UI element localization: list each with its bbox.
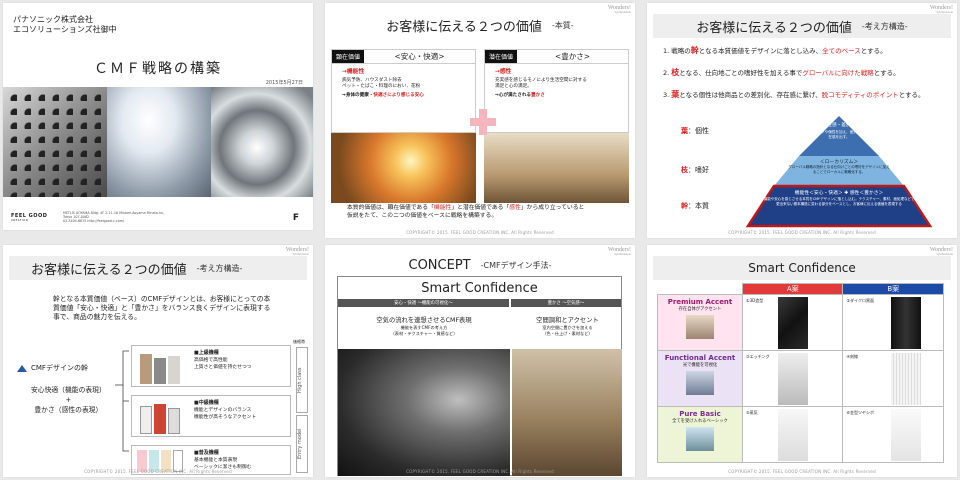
premium-photo bbox=[686, 315, 714, 339]
level-label-leaf: 葉：個性 bbox=[681, 127, 709, 135]
col-a-header: A案 bbox=[741, 283, 844, 295]
functional-photo bbox=[686, 371, 714, 395]
level-label-trunk: 幹：本質 bbox=[681, 202, 709, 210]
cell-a-functional: ③エッチング bbox=[741, 350, 844, 407]
watermark: Wonders! Synthesisnote bbox=[929, 247, 953, 256]
watermark: Wonders! Synthesisnote bbox=[929, 5, 953, 14]
tier-mid-products bbox=[134, 398, 186, 434]
tier-mid: ■中級機種 機能とデザインのバランス 機能性が高そうなアクセント bbox=[131, 395, 291, 437]
branch-title: ＜ローカリズム＞ bbox=[819, 160, 859, 165]
cell-b-pure-basic: ⑥金型ツヤシボ bbox=[842, 406, 944, 463]
slide-smart-confidence[interactable]: Wonders! Synthesisnote Smart Confidence A… bbox=[647, 245, 957, 477]
slide-heading: お客様に伝える２つの価値 -考え方構造- bbox=[653, 14, 951, 38]
slide-body-text: 幹となる本質価値（ベース）のCMFデザインとは、お客様にとっての本質価値「安心・… bbox=[53, 295, 271, 321]
level-label-branch: 枝：嗜好 bbox=[681, 166, 709, 174]
copyright: COPYRIGHT© 2015. FEEL GOOD CREATION INC.… bbox=[728, 230, 876, 235]
concept-left-text: 空気の流れを連想させるCMF表現 機能を表すCMFの考え方 （表材・テクスチャー・… bbox=[376, 317, 472, 336]
row-premium: Premium Accent 存在自体がアクセント bbox=[657, 294, 743, 351]
slide-concept[interactable]: Wonders! Synthesisnote CONCEPT -CMFデザイン手法-… bbox=[325, 245, 635, 477]
latent-value-panel: 潜在価値 <豊かさ> →感性 充実感を感じるモノにより生活空間に対する 満足と心の… bbox=[484, 49, 629, 133]
deck-title: ＣＭＦ戦略の構築 bbox=[94, 61, 222, 77]
row-pure-basic: Pure Basic 全てを受け入れるベーシック bbox=[657, 406, 743, 463]
concept-panel: Smart Confidence 安心・快適 ～機能の可視化～ 豊かさ ～空気感… bbox=[337, 276, 622, 476]
price-axis-label: 価格帯 bbox=[293, 339, 305, 344]
copyright: COPYRIGHT© 2015. FEEL GOOD CREATION INC.… bbox=[406, 469, 554, 474]
trunk-desc: 高い機能や安心を感じさせる本質をCMFデザインに落とし込む。テクスチャー、素材、… bbox=[756, 197, 922, 206]
proposal-table: A案 B案 Premium Accent 存在自体がアクセント ①3D造型 ②ダ… bbox=[657, 283, 944, 463]
triangle-icon bbox=[17, 364, 27, 372]
row-functional: Functional Accent 光で機能を可視化 bbox=[657, 350, 743, 407]
tier-high: ■上級機種 高価格で高性能 上質さと価値を持たせつつ bbox=[131, 345, 291, 387]
cell-a-pure-basic: ⑤蒸気 bbox=[741, 406, 844, 463]
division-name: エコソリューションズ社御中 bbox=[13, 25, 117, 34]
airflow-product-photo bbox=[338, 349, 510, 476]
point-2: 2. 枝となる、仕向地ごとの嗜好性を加える事でグローバルに向けた戦略とする。 bbox=[663, 68, 900, 78]
leaf-desc: トレンドや個性を加え、差別化、存在感を出す。 bbox=[810, 130, 868, 139]
point-1: 1. 戦略の幹となる本質価値をデザインに落とし込み、全てのベースとする。 bbox=[663, 46, 887, 56]
slide-heading: CONCEPT -CMFデザイン手法- bbox=[408, 257, 552, 273]
slide-heading: Smart Confidence bbox=[653, 256, 951, 280]
pure-basic-photo bbox=[686, 427, 714, 451]
interior-photo bbox=[512, 349, 622, 476]
concept-title: Smart Confidence bbox=[338, 277, 621, 299]
texture-photo-2 bbox=[107, 87, 211, 197]
copyright: COPYRIGHT© 2015. FEEL GOOD CREATION INC.… bbox=[84, 469, 232, 474]
company-name: パナソニック株式会社 bbox=[13, 15, 93, 24]
formula: 安心快適（機能の表現） + 豊かさ（感性の表現） bbox=[31, 386, 106, 414]
texture-photo-1 bbox=[3, 87, 107, 197]
slide-heading: お客様に伝える２つの価値 -本質- bbox=[386, 19, 574, 35]
sunset-woman-photo bbox=[331, 133, 476, 203]
copyright: COPYRIGHT© 2015. FEEL GOOD CREATION INC.… bbox=[728, 469, 876, 474]
trunk-title: 機能性＜安心・快適＞ ✚ 感性＜豊かさ＞ bbox=[794, 191, 884, 196]
branch-desc: グローバル戦略の指針となる仕向けごとの嗜好をデザインに加えることでローカルに戦略… bbox=[788, 165, 890, 174]
slide-cmf-trunk[interactable]: Wonders! Synthesisnote お客様に伝える２つの価値 -考え方構造… bbox=[3, 245, 313, 477]
logo-mark-icon: F bbox=[292, 213, 299, 223]
cmf-trunk-label: CMFデザインの幹 bbox=[17, 363, 88, 373]
slide-heading: お客様に伝える２つの価値 -考え方構造- bbox=[9, 256, 307, 280]
explicit-value-panel: 顕在価値 <安心・快適> →機能性 病気予防、ハウスダスト除去 ペット・たばこ・料… bbox=[331, 49, 476, 133]
leaf-title: ＜存在感・差別化＞ bbox=[818, 123, 860, 128]
slide-two-values-essence[interactable]: Wonders! Synthesisnote お客様に伝える２つの価値 -本質- 顕… bbox=[325, 3, 635, 238]
family-livingroom-photo bbox=[484, 133, 629, 203]
side-label-high: High class bbox=[296, 347, 308, 413]
slide-title[interactable]: パナソニック株式会社 エコソリューションズ社御中 ＣＭＦ戦略の構築 2015年5… bbox=[3, 3, 313, 230]
texture-photo-3 bbox=[211, 87, 313, 197]
cell-b-functional: ④刻線 bbox=[842, 350, 944, 407]
col-b-header: B案 bbox=[842, 283, 944, 295]
concept-right-text: 空間調和とアクセント 室内空間に豊かさを加える （色・仕上げ・素材など） bbox=[536, 317, 599, 336]
concept-bar: 安心・快適 ～機能の可視化～ 豊かさ ～空気感～ bbox=[338, 299, 621, 307]
deck-date: 2015年5月27日 bbox=[265, 80, 303, 86]
cell-a-premium: ①3D造型 bbox=[741, 294, 844, 351]
side-label-entry: Entry model bbox=[296, 415, 308, 473]
cell-b-premium: ②ダイクロ黒面 bbox=[842, 294, 944, 351]
watermark: Wonders! Synthesisnote bbox=[285, 247, 309, 256]
copyright: COPYRIGHT© 2015. FEEL GOOD CREATION INC.… bbox=[406, 230, 554, 235]
point-3: 3. 葉となる個性は他商品との差別化、存在感に繋げ、脱コモディティのポイントとす… bbox=[663, 90, 925, 100]
company-address: METLIS AOYAMA Bldg. 4F 2-11-16 Minami-Ao… bbox=[63, 211, 165, 223]
plus-icon bbox=[470, 109, 496, 135]
slide-two-values-structure[interactable]: Wonders! Synthesisnote お客様に伝える２つの価値 -考え方構造… bbox=[647, 3, 957, 238]
client-name: パナソニック株式会社 エコソリューションズ社御中 bbox=[13, 15, 117, 35]
slide-body-text: 本質的価値は、顕在価値である「機能性」と潜在価値である「感性」から成り立っている… bbox=[347, 205, 585, 219]
company-logo: FEEL GOOD CREATION bbox=[11, 213, 48, 222]
tier-high-products bbox=[134, 348, 186, 384]
